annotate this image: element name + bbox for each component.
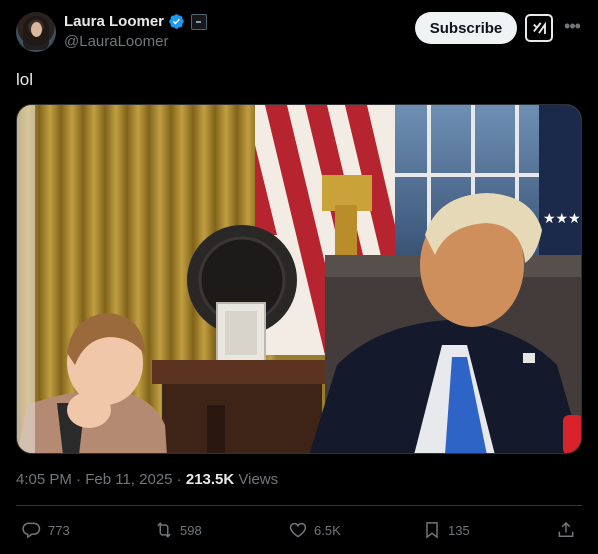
share-icon (558, 521, 574, 537)
svg-text:★★★: ★★★ (543, 211, 581, 227)
divider (16, 505, 582, 506)
bookmark-button[interactable]: 135 (422, 516, 470, 544)
tweet-date[interactable]: Feb 11, 2025 (85, 471, 172, 488)
author-avatar[interactable] (16, 12, 56, 52)
more-options-icon[interactable]: ••• (562, 16, 582, 40)
reply-count: 773 (48, 522, 70, 538)
author-handle[interactable]: @LauraLoomer (64, 33, 168, 50)
author-name-row: Laura Loomer (64, 13, 208, 30)
repost-button[interactable]: 598 (154, 516, 202, 544)
reply-icon (22, 522, 41, 539)
separator: · (172, 471, 186, 488)
like-count: 6.5K (314, 522, 341, 538)
verified-badge-icon[interactable] (168, 13, 185, 30)
author-display-name[interactable]: Laura Loomer (64, 13, 164, 30)
separator: · (71, 471, 86, 488)
share-button[interactable] (556, 516, 576, 544)
tweet-photo[interactable]: ★★★ (16, 104, 582, 454)
bookmark-icon (426, 522, 438, 539)
tweet-time[interactable]: 4:05 PM (16, 471, 72, 488)
tweet-action-bar: 773 598 6.5K 135 (16, 516, 582, 544)
grok-icon[interactable] (525, 14, 553, 42)
views-label: Views (234, 471, 279, 488)
tweet-header: Laura Loomer @LauraLoomer Subscribe ••• (16, 12, 582, 52)
affiliate-badge-icon[interactable] (191, 13, 208, 30)
heart-icon (289, 522, 307, 538)
subscribe-button[interactable]: Subscribe (415, 12, 517, 44)
bookmark-count: 135 (448, 522, 470, 538)
views-count: 213.5K (185, 471, 235, 488)
repost-count: 598 (180, 522, 202, 538)
repost-icon (157, 522, 171, 538)
reply-button[interactable]: 773 (22, 516, 70, 544)
tweet-text: lol (16, 70, 34, 89)
tweet-timestamp-row: 4:05 PM · Feb 11, 2025 · 213.5K Views (16, 471, 278, 488)
like-button[interactable]: 6.5K (288, 516, 341, 544)
